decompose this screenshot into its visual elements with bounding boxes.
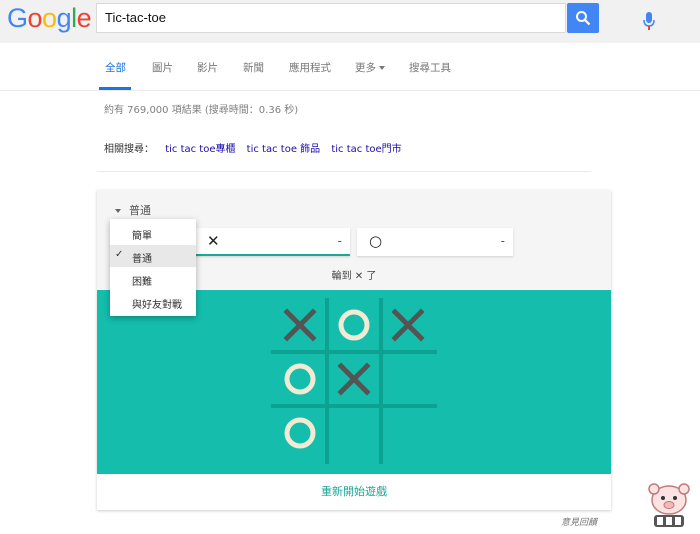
caret-down-icon xyxy=(379,66,385,70)
board-cell[interactable] xyxy=(273,406,327,460)
related-searches-label: 相關搜尋： xyxy=(104,144,154,155)
tab-search-tools[interactable]: 搜尋工具 xyxy=(409,60,451,75)
board-cell[interactable] xyxy=(273,352,327,406)
option-label: 簡單 xyxy=(132,231,152,242)
turn-suffix: 了 xyxy=(366,271,377,282)
board-cell[interactable] xyxy=(381,406,435,460)
game-board xyxy=(97,290,611,474)
player-o-score-value: - xyxy=(500,234,505,248)
difficulty-option-friend[interactable]: 與好友對戰 xyxy=(110,291,196,313)
search-tabs: 全部 圖片 影片 新聞 應用程式 更多 搜尋工具 xyxy=(0,43,700,91)
logo-letter: G xyxy=(7,3,28,33)
caret-down-icon xyxy=(115,209,121,213)
player-o-score: ○ - xyxy=(357,228,513,256)
search-button[interactable] xyxy=(567,3,599,33)
option-label: 與好友對戰 xyxy=(132,300,182,311)
turn-prefix: 輪到 xyxy=(331,271,352,282)
search-input[interactable]: Tic-tac-toe xyxy=(96,3,655,33)
result-stats: 約有 769,000 項結果 (搜尋時間：0.36 秒) xyxy=(104,105,299,116)
board-cell[interactable] xyxy=(327,298,381,352)
tab-all[interactable]: 全部 xyxy=(105,60,126,75)
tab-images[interactable]: 圖片 xyxy=(152,60,173,75)
related-searches: 相關搜尋： tic tac toe專櫃 tic tac toe 飾品 tic t… xyxy=(104,140,402,155)
divider xyxy=(97,171,591,172)
board-cell[interactable] xyxy=(381,352,435,406)
difficulty-option-normal[interactable]: ✓ 普通 xyxy=(110,245,196,267)
difficulty-select[interactable]: 普通 xyxy=(115,202,151,218)
related-link[interactable]: tic tac toe門市 xyxy=(331,144,401,155)
tab-videos[interactable]: 影片 xyxy=(197,60,218,75)
related-link[interactable]: tic tac toe專櫃 xyxy=(165,144,235,155)
tab-more[interactable]: 更多 xyxy=(355,60,385,75)
option-label: 普通 xyxy=(132,254,152,265)
board-cell[interactable] xyxy=(327,406,381,460)
related-link[interactable]: tic tac toe 飾品 xyxy=(247,144,320,155)
logo-letter: o xyxy=(27,3,43,33)
check-icon: ✓ xyxy=(115,249,124,260)
difficulty-value: 普通 xyxy=(129,204,151,217)
search-query[interactable]: Tic-tac-toe xyxy=(105,10,166,25)
tab-more-label: 更多 xyxy=(355,62,376,74)
player-x-score-value: - xyxy=(337,234,342,248)
tab-apps[interactable]: 應用程式 xyxy=(289,60,331,75)
difficulty-menu: 簡單 ✓ 普通 困難 與好友對戰 xyxy=(110,219,196,316)
board-grid xyxy=(271,298,437,464)
player-x-score: ✕ - xyxy=(195,228,350,256)
mascot-logo xyxy=(648,483,690,527)
page: Google Tic-tac-toe 全部 圖片 影片 新聞 應用程式 更多 搜… xyxy=(0,0,700,534)
active-tab-indicator xyxy=(99,87,131,90)
restart-button[interactable]: 重新開始遊戲 xyxy=(97,474,611,510)
difficulty-option-easy[interactable]: 簡單 xyxy=(110,222,196,244)
x-icon: ✕ xyxy=(207,232,220,250)
difficulty-option-hard[interactable]: 困難 xyxy=(110,268,196,290)
tab-news[interactable]: 新聞 xyxy=(243,60,264,75)
option-label: 困難 xyxy=(132,277,152,288)
turn-symbol: ✕ xyxy=(354,271,364,282)
logo-letter: g xyxy=(56,3,72,33)
header: Google Tic-tac-toe xyxy=(0,0,700,43)
o-icon: ○ xyxy=(369,232,383,250)
logo-letter: o xyxy=(42,3,57,33)
logo-letter: e xyxy=(76,3,92,33)
search-icon xyxy=(576,11,591,26)
microphone-icon[interactable] xyxy=(641,11,657,31)
google-logo[interactable]: Google xyxy=(7,3,92,33)
feedback-link[interactable]: 意見回饋 xyxy=(561,515,597,528)
